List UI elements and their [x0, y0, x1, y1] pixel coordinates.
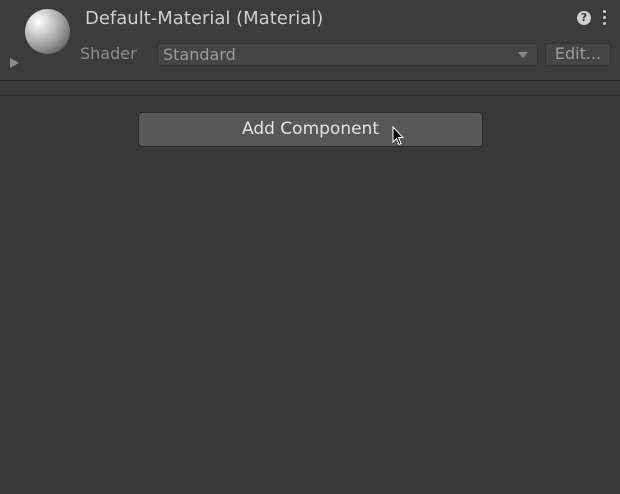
shader-dropdown[interactable]: Standard — [157, 43, 538, 66]
material-header: Default-Material (Material) ? Shader Sta… — [0, 0, 620, 80]
help-icon[interactable]: ? — [577, 11, 591, 25]
mouse-cursor-icon — [392, 126, 404, 146]
shader-dropdown-value: Standard — [163, 45, 236, 64]
foldout-arrow-icon[interactable] — [10, 58, 19, 68]
add-component-button[interactable]: Add Component — [138, 112, 483, 147]
kebab-menu-icon[interactable] — [603, 10, 607, 26]
inspector-panel: Default-Material (Material) ? Shader Sta… — [0, 0, 620, 494]
material-title: Default-Material (Material) — [85, 8, 324, 29]
shader-label: Shader — [80, 44, 137, 63]
material-sphere-icon — [25, 9, 70, 54]
header-strip — [0, 81, 620, 95]
chevron-down-icon — [518, 52, 528, 58]
edit-shader-button[interactable]: Edit... — [545, 43, 611, 66]
section-divider — [0, 95, 620, 96]
